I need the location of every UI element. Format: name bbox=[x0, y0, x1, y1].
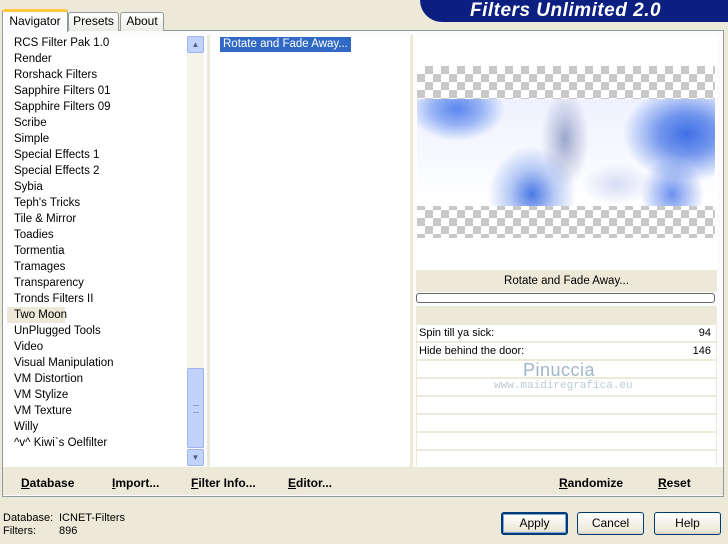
category-item[interactable]: Tramages bbox=[7, 259, 205, 275]
progress-bar bbox=[416, 293, 715, 303]
category-item[interactable]: Tronds Filters II bbox=[7, 291, 205, 307]
cancel-button[interactable]: Cancel bbox=[577, 512, 644, 535]
scroll-down-button[interactable]: ▼ bbox=[187, 449, 204, 466]
param-label: Hide behind the door: bbox=[419, 345, 525, 357]
randomize-button[interactable]: Randomize bbox=[559, 476, 623, 490]
param-value: 94 bbox=[698, 327, 711, 339]
chevron-up-icon: ▲ bbox=[191, 40, 200, 49]
category-item[interactable]: Teph's Tricks bbox=[7, 195, 205, 211]
category-item[interactable]: Willy bbox=[7, 419, 205, 435]
category-item[interactable]: ^v^ Kiwi`s Oelfilter bbox=[7, 435, 205, 451]
tab-about[interactable]: About bbox=[120, 12, 164, 31]
divider bbox=[207, 35, 210, 467]
param-value: 146 bbox=[692, 345, 711, 357]
category-item[interactable]: Transparency bbox=[7, 275, 205, 291]
param-row-hide[interactable]: Hide behind the door: 146 bbox=[417, 343, 716, 359]
param-row-spin[interactable]: Spin till ya sick: 94 bbox=[417, 325, 716, 341]
filter-item-selected[interactable]: Rotate and Fade Away... bbox=[220, 37, 351, 52]
param-row-empty bbox=[417, 433, 716, 449]
category-item[interactable]: Rorshack Filters bbox=[7, 67, 205, 83]
apply-button[interactable]: Apply bbox=[501, 512, 568, 535]
category-item[interactable]: Render bbox=[7, 51, 205, 67]
watermark-name: Pinuccia bbox=[523, 360, 596, 380]
preview-filter-name: Rotate and Fade Away... bbox=[416, 270, 717, 292]
category-item[interactable]: Sybia bbox=[7, 179, 205, 195]
category-item[interactable]: Two Moon bbox=[7, 307, 67, 323]
category-item[interactable]: Toadies bbox=[7, 227, 205, 243]
category-item[interactable]: Tormentia bbox=[7, 243, 205, 259]
scroll-up-button[interactable]: ▲ bbox=[187, 36, 204, 53]
editor-button[interactable]: Editor... bbox=[288, 476, 332, 490]
reset-button[interactable]: Reset bbox=[658, 476, 691, 490]
category-item[interactable]: Tile & Mirror bbox=[7, 211, 205, 227]
category-item[interactable]: Visual Manipulation bbox=[7, 355, 205, 371]
database-value: ICNET-Filters bbox=[59, 512, 125, 524]
filters-count: 896 bbox=[59, 525, 78, 537]
category-item[interactable]: Special Effects 1 bbox=[7, 147, 205, 163]
database-button[interactable]: Database bbox=[21, 476, 74, 490]
grip-icon bbox=[193, 405, 199, 413]
tab-presets[interactable]: Presets bbox=[68, 12, 119, 31]
category-item[interactable]: Sapphire Filters 09 bbox=[7, 99, 205, 115]
param-row-empty bbox=[417, 415, 716, 431]
category-list[interactable]: RCS Filter Pak 1.0 Render Rorshack Filters… bbox=[7, 35, 205, 465]
chevron-down-icon: ▼ bbox=[191, 453, 200, 462]
divider bbox=[410, 35, 413, 467]
scroll-thumb[interactable] bbox=[187, 368, 204, 448]
category-item[interactable]: Sapphire Filters 01 bbox=[7, 83, 205, 99]
tab-navigator[interactable]: Navigator bbox=[2, 9, 68, 32]
category-item[interactable]: VM Stylize bbox=[7, 387, 205, 403]
category-scrollbar[interactable]: ▲ ▼ bbox=[187, 36, 204, 466]
app-title: Filters Unlimited 2.0 bbox=[470, 0, 662, 21]
category-item[interactable]: Special Effects 2 bbox=[7, 163, 205, 179]
filters-label: Filters: bbox=[3, 525, 36, 537]
status-area: Database: ICNET-Filters Filters: 896 bbox=[3, 512, 125, 538]
category-item[interactable]: VM Texture bbox=[7, 403, 205, 419]
category-item[interactable]: VM Distortion bbox=[7, 371, 205, 387]
database-label: Database: bbox=[3, 512, 54, 524]
help-button[interactable]: Help bbox=[654, 512, 721, 535]
category-item[interactable]: Scribe bbox=[7, 115, 205, 131]
category-item[interactable]: Simple bbox=[7, 131, 205, 147]
filter-list[interactable]: Rotate and Fade Away... bbox=[214, 35, 410, 465]
category-item[interactable]: Video bbox=[7, 339, 205, 355]
category-item[interactable]: UnPlugged Tools bbox=[7, 323, 205, 339]
preview-image bbox=[417, 99, 715, 206]
param-row-empty bbox=[417, 451, 716, 467]
param-label: Spin till ya sick: bbox=[419, 327, 495, 339]
param-row-empty bbox=[417, 397, 716, 413]
import-button[interactable]: Import... bbox=[112, 476, 159, 490]
filter-info-button[interactable]: Filter Info... bbox=[191, 476, 256, 490]
category-item[interactable]: RCS Filter Pak 1.0 bbox=[7, 35, 205, 51]
watermark-url: www.maidiregrafica.eu bbox=[494, 380, 633, 392]
